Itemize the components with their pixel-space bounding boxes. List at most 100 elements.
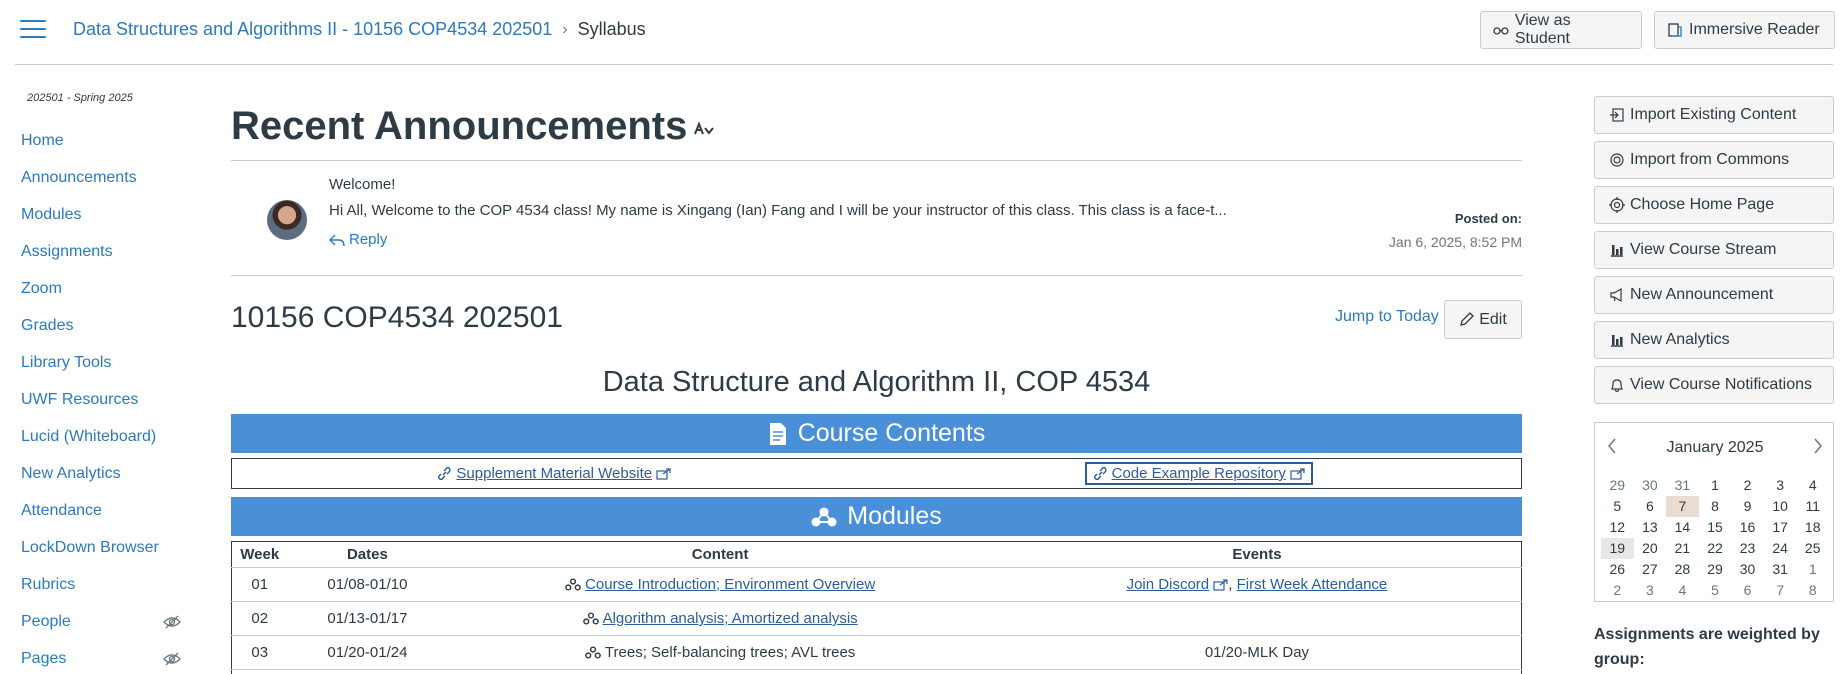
- nav-item-zoom[interactable]: Zoom: [21, 270, 181, 307]
- nav-item-new-analytics[interactable]: New Analytics: [21, 455, 181, 492]
- calendar-day[interactable]: 8: [1796, 580, 1829, 601]
- view-course-stream-button[interactable]: View Course Stream: [1594, 231, 1834, 269]
- calendar-day[interactable]: 3: [1764, 475, 1797, 496]
- calendar-day[interactable]: 29: [1699, 559, 1732, 580]
- calendar-day[interactable]: 4: [1666, 580, 1699, 601]
- calendar-day[interactable]: 24: [1764, 538, 1797, 559]
- syllabus-course-code: 10156 COP4534 202501: [231, 301, 563, 334]
- bar-chart-icon: [1611, 335, 1623, 347]
- calendar-day[interactable]: 30: [1634, 475, 1667, 496]
- calendar-day[interactable]: 14: [1666, 517, 1699, 538]
- calendar-day[interactable]: 23: [1731, 538, 1764, 559]
- hamburger-menu-icon[interactable]: [20, 20, 46, 40]
- calendar-day[interactable]: 31: [1666, 475, 1699, 496]
- edit-label: Edit: [1479, 310, 1507, 328]
- nav-item-modules[interactable]: Modules: [21, 196, 181, 233]
- calendar-day[interactable]: 10: [1764, 496, 1797, 517]
- calendar-day[interactable]: 2: [1601, 580, 1634, 601]
- calendar-day[interactable]: 15: [1699, 517, 1732, 538]
- module-link[interactable]: Algorithm analysis; Amortized analysis: [603, 610, 858, 627]
- nav-item-assignments[interactable]: Assignments: [21, 233, 181, 270]
- import-existing-content-button[interactable]: Import Existing Content: [1594, 96, 1834, 134]
- view-course-notifications-button[interactable]: View Course Notifications: [1594, 366, 1834, 404]
- calendar-day[interactable]: 2: [1731, 475, 1764, 496]
- nav-item-library-tools[interactable]: Library Tools: [21, 344, 181, 381]
- nav-item-lockdown-browser[interactable]: LockDown Browser: [21, 529, 181, 566]
- nav-item-home[interactable]: Home: [21, 122, 181, 159]
- nav-item-label: Library Tools: [21, 353, 112, 371]
- calendar-day[interactable]: 13: [1634, 517, 1667, 538]
- nav-item-people[interactable]: People: [21, 603, 181, 640]
- announcements-title: Recent Announcements: [231, 103, 688, 148]
- calendar-day[interactable]: 16: [1731, 517, 1764, 538]
- nav-item-announcements[interactable]: Announcements: [21, 159, 181, 196]
- course-contents-banner: Course Contents: [231, 414, 1522, 453]
- first-week-attendance-link[interactable]: First Week Attendance: [1237, 576, 1388, 593]
- calendar-day[interactable]: 27: [1634, 559, 1667, 580]
- nav-item-rubrics[interactable]: Rubrics: [21, 566, 181, 603]
- nav-item-attendance[interactable]: Attendance: [21, 492, 181, 529]
- table-row: 03 01/20-01/24 Trees; Self-balancing tre…: [231, 635, 1522, 670]
- calendar-day[interactable]: 1: [1699, 475, 1732, 496]
- nav-item-pages[interactable]: Pages: [21, 640, 181, 674]
- new-announcement-label: New Announcement: [1630, 286, 1774, 303]
- reply-link[interactable]: Reply: [329, 231, 387, 248]
- calendar-day[interactable]: 26: [1601, 559, 1634, 580]
- column-header-content: Content: [447, 541, 993, 568]
- module-link[interactable]: Course Introduction; Environment Overvie…: [585, 576, 875, 593]
- reply-label: Reply: [349, 231, 388, 248]
- calendar-day[interactable]: 5: [1601, 496, 1634, 517]
- calendar-day[interactable]: 19: [1601, 538, 1634, 559]
- posted-on-label: Posted on:: [1454, 211, 1522, 226]
- supplement-material-link[interactable]: Supplement Material Website: [433, 465, 675, 482]
- code-example-repository-link[interactable]: Code Example Repository: [1084, 462, 1313, 485]
- calendar-day[interactable]: 18: [1796, 517, 1829, 538]
- announcement-subject[interactable]: Welcome!: [329, 176, 395, 193]
- calendar-day[interactable]: 30: [1731, 559, 1764, 580]
- immersive-reader-button[interactable]: Immersive Reader: [1654, 11, 1835, 49]
- chevron-left-icon[interactable]: [1607, 438, 1617, 459]
- reply-icon: [329, 234, 345, 246]
- calendar-day[interactable]: 17: [1764, 517, 1797, 538]
- nav-item-label: Zoom: [21, 279, 62, 297]
- new-analytics-button[interactable]: New Analytics: [1594, 321, 1834, 359]
- nav-item-lucid[interactable]: Lucid (Whiteboard): [21, 418, 181, 455]
- new-announcement-button[interactable]: New Announcement: [1594, 276, 1834, 314]
- rss-feed-icon[interactable]: [693, 120, 715, 138]
- calendar-day[interactable]: 31: [1764, 559, 1797, 580]
- choose-home-page-button[interactable]: Choose Home Page: [1594, 186, 1834, 224]
- nav-item-uwf-resources[interactable]: UWF Resources: [21, 381, 181, 418]
- view-as-student-button[interactable]: View as Student: [1480, 11, 1642, 49]
- calendar-day[interactable]: 7: [1666, 496, 1699, 517]
- calendar-day[interactable]: 12: [1601, 517, 1634, 538]
- avatar[interactable]: [267, 200, 307, 240]
- view-as-student-label: View as Student: [1514, 12, 1571, 47]
- calendar-day[interactable]: 21: [1666, 538, 1699, 559]
- import-from-commons-button[interactable]: Import from Commons: [1594, 141, 1834, 179]
- calendar-day[interactable]: 7: [1764, 580, 1797, 601]
- nav-item-grades[interactable]: Grades: [21, 307, 181, 344]
- calendar-day[interactable]: 1: [1796, 559, 1829, 580]
- calendar-day[interactable]: 11: [1796, 496, 1829, 517]
- chevron-right-icon[interactable]: [1813, 438, 1823, 459]
- edit-button[interactable]: Edit: [1444, 300, 1522, 339]
- calendar-day[interactable]: 8: [1699, 496, 1732, 517]
- code-example-repository-label: Code Example Repository: [1111, 465, 1286, 482]
- calendar-day[interactable]: 22: [1699, 538, 1732, 559]
- calendar-day[interactable]: 3: [1634, 580, 1667, 601]
- calendar-day[interactable]: 5: [1699, 580, 1732, 601]
- week-cell: 03: [231, 635, 288, 670]
- content-cell: Trees; Self-balancing trees; AVL trees: [447, 635, 993, 670]
- calendar-day[interactable]: 20: [1634, 538, 1667, 559]
- calendar-day[interactable]: 4: [1796, 475, 1829, 496]
- nav-item-label: Grades: [21, 316, 74, 334]
- calendar-day[interactable]: 29: [1601, 475, 1634, 496]
- breadcrumb-course-link[interactable]: Data Structures and Algorithms II - 1015…: [73, 19, 552, 40]
- calendar-day[interactable]: 25: [1796, 538, 1829, 559]
- join-discord-link[interactable]: Join Discord: [1127, 576, 1210, 593]
- calendar-day[interactable]: 6: [1731, 580, 1764, 601]
- calendar-day[interactable]: 9: [1731, 496, 1764, 517]
- jump-to-today-link[interactable]: Jump to Today: [1335, 308, 1439, 326]
- calendar-day[interactable]: 28: [1666, 559, 1699, 580]
- calendar-day[interactable]: 6: [1634, 496, 1667, 517]
